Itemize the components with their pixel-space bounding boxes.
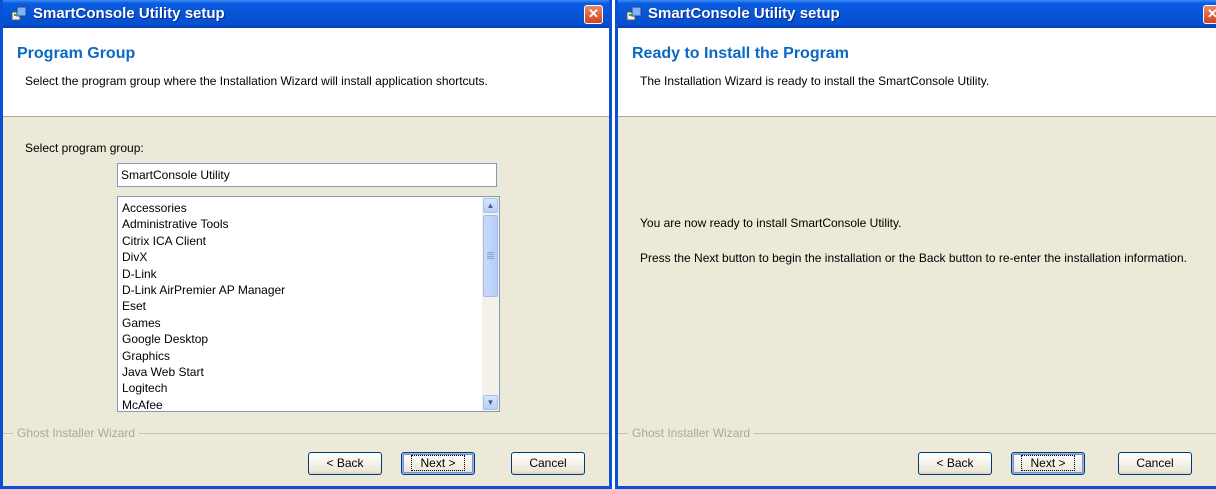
list-item[interactable]: Administrative Tools (122, 216, 479, 232)
vertical-scrollbar[interactable]: ▲ ▼ (482, 197, 499, 411)
cancel-button[interactable]: Cancel (1118, 452, 1192, 475)
list-item[interactable]: Java Web Start (122, 364, 479, 380)
window-title: SmartConsole Utility setup (33, 5, 225, 22)
next-button[interactable]: Next > (401, 452, 475, 475)
page-description: The Installation Wizard is ready to inst… (640, 74, 990, 88)
footer-brand-label: Ghost Installer Wizard (13, 426, 140, 440)
title-bar[interactable]: SmartConsole Utility setup ✕ (618, 0, 1216, 28)
ready-text: You are now ready to install SmartConsol… (640, 216, 902, 230)
list-item[interactable]: Citrix ICA Client (122, 233, 479, 249)
list-item[interactable]: Graphics (122, 348, 479, 364)
scrollbar-thumb[interactable] (483, 215, 498, 297)
list-item[interactable]: D-Link AirPremier AP Manager (122, 282, 479, 298)
select-program-group-label: Select program group: (25, 141, 144, 155)
title-bar[interactable]: SmartConsole Utility setup ✕ (3, 0, 609, 28)
back-button[interactable]: < Back (308, 452, 382, 475)
setup-app-icon (626, 6, 642, 21)
wizard-header: Program Group Select the program group w… (3, 28, 609, 117)
next-button[interactable]: Next > (1011, 452, 1085, 475)
window-title: SmartConsole Utility setup (648, 5, 840, 22)
list-item[interactable]: DivX (122, 249, 479, 265)
list-item[interactable]: Eset (122, 298, 479, 314)
list-item[interactable]: Accessories (122, 200, 479, 216)
ready-to-install-dialog: SmartConsole Utility setup ✕ Ready to In… (615, 0, 1216, 489)
footer-brand-label: Ghost Installer Wizard (628, 426, 755, 440)
wizard-header: Ready to Install the Program The Install… (618, 28, 1216, 117)
next-button-label: Next > (1021, 455, 1075, 471)
list-item[interactable]: Google Desktop (122, 331, 479, 347)
next-button-label: Next > (411, 455, 465, 471)
list-item[interactable]: Logitech (122, 380, 479, 396)
scroll-up-arrow-icon[interactable]: ▲ (483, 198, 498, 213)
page-title: Program Group (17, 45, 136, 62)
program-group-list[interactable]: Accessories Administrative Tools Citrix … (117, 196, 500, 412)
list-item[interactable]: Games (122, 315, 479, 331)
program-group-dialog: SmartConsole Utility setup ✕ Program Gro… (0, 0, 612, 489)
setup-app-icon (11, 6, 27, 21)
list-item[interactable]: D-Link (122, 266, 479, 282)
instruction-text: Press the Next button to begin the insta… (640, 251, 1187, 265)
scroll-down-arrow-icon[interactable]: ▼ (483, 395, 498, 410)
close-icon[interactable]: ✕ (1203, 5, 1216, 24)
list-item[interactable]: McAfee (122, 397, 479, 411)
back-button[interactable]: < Back (918, 452, 992, 475)
cancel-button[interactable]: Cancel (511, 452, 585, 475)
page-description: Select the program group where the Insta… (25, 74, 488, 88)
close-icon[interactable]: ✕ (584, 5, 603, 24)
page-title: Ready to Install the Program (632, 45, 849, 62)
program-group-input[interactable] (117, 163, 497, 187)
